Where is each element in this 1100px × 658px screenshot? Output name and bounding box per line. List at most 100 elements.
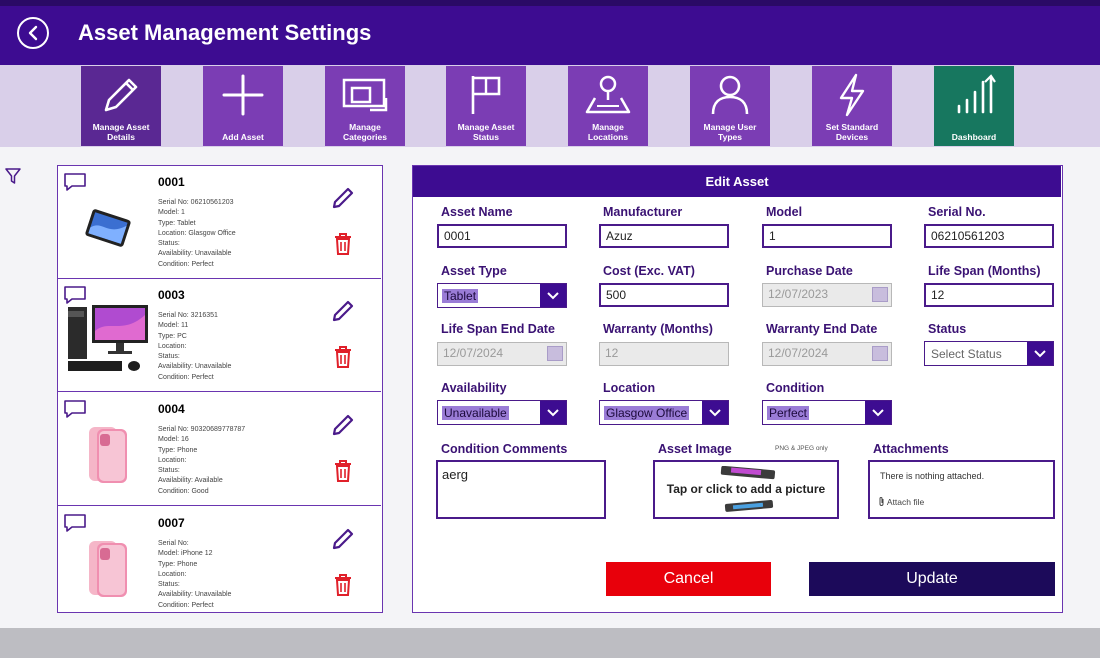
manufacturer-input[interactable]: Azuz (599, 224, 729, 248)
back-button[interactable] (17, 17, 49, 49)
trash-icon[interactable] (333, 459, 353, 483)
toolbar-label: Add Asset (222, 132, 264, 142)
toolbar: Manage Asset Details Add Asset Manage Ca… (0, 65, 1100, 147)
trash-icon[interactable] (333, 345, 353, 369)
pencil-icon (104, 78, 138, 112)
life-span-end-input[interactable]: 12/07/2024 (437, 342, 567, 366)
attach-file-link[interactable]: Attach file (878, 496, 924, 507)
condition-label: Condition (766, 381, 825, 395)
life-span-label: Life Span (Months) (928, 264, 1041, 278)
asset-detail-line: Condition: Perfect (158, 601, 214, 609)
calendar-icon[interactable] (872, 287, 888, 302)
status-dropdown[interactable]: Select Status (924, 341, 1054, 366)
condition-comments-textarea[interactable]: aerg (436, 460, 606, 519)
chevron-left-icon (28, 25, 38, 41)
asset-image-prompt: Tap or click to add a picture (666, 482, 826, 496)
asset-detail-line: Status: (158, 581, 180, 589)
asset-name-input[interactable]: 0001 (437, 224, 567, 248)
asset-detail-line: Location: (158, 342, 187, 350)
paperclip-icon (879, 497, 884, 506)
edit-pencil-icon[interactable] (331, 527, 355, 551)
dashboard-button[interactable]: Dashboard (934, 66, 1014, 146)
availability-dropdown[interactable]: Unavailable (437, 400, 567, 425)
location-dropdown[interactable]: Glasgow Office (599, 400, 729, 425)
cost-input[interactable]: 500 (599, 283, 729, 307)
asset-detail-line: Status: (158, 467, 180, 475)
life-span-end-value: 12/07/2024 (443, 346, 504, 360)
asset-detail-line: Availability: Unavailable (158, 591, 232, 599)
asset-detail-line: Model: 11 (158, 322, 189, 330)
asset-detail-line: Model: iPhone 12 (158, 550, 213, 558)
asset-detail-line: Serial No: 06210561203 (158, 199, 234, 206)
edit-pencil-icon[interactable] (331, 186, 355, 210)
status-placeholder: Select Status (931, 347, 1002, 361)
calendar-icon[interactable] (547, 346, 563, 361)
asset-image-upload[interactable]: Tap or click to add a picture (653, 460, 839, 519)
warranty-end-input[interactable]: 12/07/2024 (762, 342, 892, 366)
set-standard-devices-button[interactable]: Set Standard Devices (812, 66, 892, 146)
warranty-end-label: Warranty End Date (766, 322, 878, 336)
list-item[interactable]: 0001 Serial No: 06210561203 Model: 1 Typ… (58, 166, 381, 279)
serial-input[interactable]: 06210561203 (924, 224, 1054, 248)
calendar-icon[interactable] (872, 346, 888, 361)
asset-detail-line: Model: 16 (158, 436, 189, 444)
life-span-end-label: Life Span End Date (441, 322, 555, 336)
asset-type-dropdown[interactable]: Tablet (437, 283, 567, 308)
location-label: Location (603, 381, 656, 395)
manage-user-types-button[interactable]: Manage User Types (690, 66, 770, 146)
lightning-icon (839, 73, 865, 117)
asset-detail-line: Availability: Unavailable (158, 363, 232, 371)
asset-detail-line: Availability: Available (158, 477, 223, 485)
chart-icon (957, 74, 996, 114)
asset-details: Serial No: 3216351 Model: 11 Type: PC Lo… (158, 311, 231, 383)
warranty-end-value: 12/07/2024 (768, 346, 829, 360)
edit-pencil-icon[interactable] (331, 413, 355, 437)
asset-detail-line: Type: PC (158, 332, 187, 340)
toolbar-label: Set Standard Devices (825, 122, 879, 142)
condition-comments-label: Condition Comments (441, 442, 568, 456)
asset-detail-line: Model: 1 (158, 209, 185, 217)
condition-dropdown[interactable]: Perfect (762, 400, 892, 425)
asset-list: 0001 Serial No: 06210561203 Model: 1 Typ… (57, 165, 383, 613)
manage-asset-status-button[interactable]: Manage Asset Status (446, 66, 526, 146)
list-item[interactable]: 0003 Serial No: 3216351 Model: 11 Type: … (58, 279, 381, 392)
asset-detail-line: Type: Phone (158, 560, 198, 568)
asset-id: 0004 (158, 402, 185, 416)
panel-header: Edit Asset (413, 166, 1061, 197)
asset-thumbnail (68, 188, 148, 268)
add-asset-button[interactable]: Add Asset (203, 66, 283, 146)
edit-asset-panel: Edit Asset Asset Name 0001 Manufacturer … (412, 165, 1063, 613)
manage-asset-details-button[interactable]: Manage Asset Details (81, 66, 161, 146)
condition-value: Perfect (767, 406, 810, 420)
toolbar-label: Manage Locations (587, 122, 629, 142)
manage-categories-button[interactable]: Manage Categories (325, 66, 405, 146)
asset-detail-line: Availability: Unavailable (158, 250, 232, 258)
purchase-date-value: 12/07/2023 (768, 287, 829, 301)
asset-detail-line: Status: (158, 240, 180, 248)
trash-icon[interactable] (333, 232, 353, 256)
update-button[interactable]: Update (809, 562, 1055, 596)
trash-icon[interactable] (333, 573, 353, 597)
toolbar-label: Dashboard (951, 132, 997, 142)
list-item[interactable]: 0007 Serial No: Model: iPhone 12 Type: P… (58, 507, 381, 612)
app-window: Asset Management Settings Manage Asset D… (0, 0, 1100, 628)
phone-icon (89, 541, 127, 597)
cost-label: Cost (Exc. VAT) (603, 264, 695, 278)
asset-thumbnail (68, 529, 148, 609)
edit-pencil-icon[interactable] (331, 299, 355, 323)
asset-detail-line: Type: Tablet (158, 219, 196, 227)
manage-locations-button[interactable]: Manage Locations (568, 66, 648, 146)
map-pin-icon (585, 75, 631, 114)
asset-thumbnail (68, 301, 148, 381)
list-item[interactable]: 0004 Serial No: 90320689778787 Model: 16… (58, 393, 381, 506)
model-input[interactable]: 1 (762, 224, 892, 248)
warranty-input[interactable]: 12 (599, 342, 729, 366)
toolbar-label: Manage Asset Details (92, 122, 150, 142)
cancel-button[interactable]: Cancel (606, 562, 771, 596)
model-label: Model (766, 205, 803, 219)
flag-icon (471, 76, 501, 114)
filter-button[interactable] (5, 167, 21, 190)
purchase-date-input[interactable]: 12/07/2023 (762, 283, 892, 307)
filter-icon (5, 168, 21, 184)
life-span-input[interactable]: 12 (924, 283, 1054, 307)
